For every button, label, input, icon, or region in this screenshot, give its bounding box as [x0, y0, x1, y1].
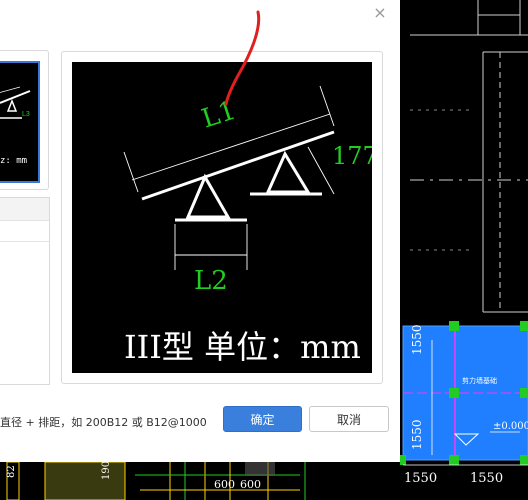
thumbnail-unit-label: z: mm [0, 156, 28, 166]
cad-left-dim-1: 190 [101, 460, 112, 480]
cad-bottom-dim-2: 600 [240, 478, 261, 491]
preview-caption: III型 单位：mm [124, 328, 361, 366]
close-icon[interactable]: × [370, 3, 390, 23]
section-type-thumbnail-selected[interactable]: L3 z: mm [0, 61, 40, 183]
preview-label-dim: 177 [332, 142, 372, 170]
cad-dim-top-left: 1550 [410, 324, 424, 355]
thumbnail-dim-label: L3 [22, 111, 30, 118]
table-row[interactable] [0, 221, 49, 242]
section-preview-canvas: L1 177 L2 III型 单位：mm [72, 62, 372, 373]
preview-label-l2: L2 [194, 266, 228, 296]
cad-dim-bottom-b: 1550 [470, 471, 504, 486]
section-type-list[interactable]: L3 z: mm [0, 50, 49, 190]
section-preview-panel: L1 177 L2 III型 单位：mm [61, 51, 383, 384]
ok-button[interactable]: 确定 [223, 406, 302, 432]
cad-level-label: ±0.000 [493, 421, 528, 432]
cad-zone-label: 剪力墙基础 [462, 377, 497, 385]
cad-bottom-dim-1: 600 [214, 478, 235, 491]
cad-left-dim-2: 82 [6, 465, 17, 478]
table-header [0, 198, 49, 221]
rebar-settings-dialog: × L3 z: mm L1 177 L2 III型 单位：mm 直径 + 排距，… [0, 0, 400, 462]
cancel-button[interactable]: 取消 [309, 406, 389, 432]
cad-dim-bottom-left: 1550 [410, 419, 424, 450]
cad-dim-bottom-a: 1550 [404, 471, 438, 486]
input-hint-text: 直径 + 排距，如 200B12 或 B12@1000 [0, 416, 207, 429]
parameter-table[interactable] [0, 197, 50, 385]
